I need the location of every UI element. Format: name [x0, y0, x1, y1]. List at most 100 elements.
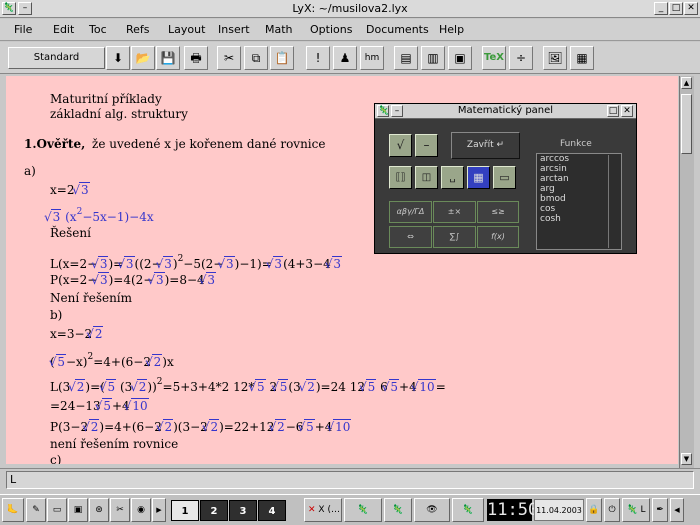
insert-footnote-icon[interactable]: ▤ — [394, 46, 418, 70]
save-icon[interactable]: 💾 — [156, 46, 180, 70]
task-xterm[interactable]: ✕ X (… — [304, 498, 342, 522]
pen-icon[interactable]: ✒ — [652, 498, 668, 522]
doc-reseni: Řešení — [50, 226, 91, 240]
layout-select[interactable]: Standard — [8, 47, 105, 69]
math-line-P2: P(3−22)=4+(6−22)(3−22)=22+122−65+410 — [50, 419, 352, 434]
pager-3[interactable]: 3 — [229, 500, 257, 521]
panel-maximize-icon[interactable]: □ — [607, 105, 619, 117]
taskbar-right-arrow-icon[interactable]: ◀ — [670, 498, 684, 522]
lock-icon[interactable]: 🔒 — [586, 498, 602, 522]
big-operators-button[interactable]: ∑∫ — [433, 226, 476, 248]
doc-heading-text: že uvedené x je kořenem dané rovnice — [92, 137, 326, 151]
scroll-down-icon[interactable]: ▼ — [681, 453, 692, 465]
doc-neni-2: není řešením rovnice — [50, 437, 179, 451]
window-title: LyX: ~/musilova2.lyx — [292, 2, 408, 15]
math-line-x2: x=3−22 — [50, 326, 104, 341]
math-line-P1: P(x=2−3)=4(2−3)=8−43 — [50, 272, 216, 287]
doc-label-a: a) — [24, 164, 36, 178]
paste-icon[interactable]: 📋 — [270, 46, 294, 70]
sqrt-button[interactable]: √ — [389, 134, 412, 157]
menu-refs[interactable]: Refs — [126, 23, 150, 36]
scroll-up-icon[interactable]: ▲ — [681, 77, 692, 89]
window-list-icon[interactable]: ▭ — [47, 498, 67, 522]
pager-1[interactable]: 1 — [171, 500, 199, 521]
insert-table-icon[interactable]: ▦ — [570, 46, 594, 70]
start-menu-icon[interactable]: 🦶 — [2, 498, 24, 522]
doc-neni-1: Není řešením — [50, 291, 133, 305]
date: 11.04.2003 — [534, 499, 584, 521]
functions-label: Funkce — [560, 139, 592, 149]
title-bar: 🦎 – LyX: ~/musilova2.lyx _ □ ✕ — [0, 0, 700, 18]
menu-documents[interactable]: Documents — [366, 23, 429, 36]
menu-edit[interactable]: Edit — [53, 23, 74, 36]
task-lyx-3[interactable]: 🦎 — [452, 498, 484, 522]
math-mode-icon[interactable]: ÷ — [509, 46, 533, 70]
doc-heading: 1.Ověřte, — [24, 137, 86, 151]
task-viewer[interactable]: 👁 — [414, 498, 450, 522]
noun-icon[interactable]: ♟ — [333, 46, 357, 70]
math-panel-titlebar: 🦎 – Matematický panel □ ✕ — [375, 104, 636, 119]
close-panel-button[interactable]: Zavřít ↵ — [451, 132, 520, 159]
open-folder-icon[interactable]: 📂 — [131, 46, 155, 70]
tex-mode-button[interactable]: TeX — [482, 46, 506, 70]
menu-toc[interactable]: Toc — [89, 23, 107, 36]
math-line-x: x=2 3 — [50, 182, 90, 197]
insert-figure-icon[interactable]: 🖼 — [543, 46, 567, 70]
math-line-L2: L(3 2)=(5 (3 2))2=5+3+4*2 12*5 25(3 2)=2… — [50, 377, 446, 394]
pager-2[interactable]: 2 — [200, 500, 228, 521]
copy-icon[interactable]: ⧉ — [244, 46, 268, 70]
doc-label-c: c) — [50, 453, 62, 464]
matrix-button[interactable]: ▦ — [467, 166, 490, 189]
task-lyx-4[interactable]: 🦎 L — [622, 498, 650, 522]
doc-line-1: Maturitní příklady — [50, 92, 162, 106]
style-button[interactable]: ▭ — [493, 166, 516, 189]
print-icon[interactable]: 🖶 — [184, 46, 208, 70]
scroll-thumb[interactable] — [681, 94, 692, 154]
arrows-button[interactable]: ⇔ — [389, 226, 432, 248]
math-line-L2b: =24−135+410 — [50, 398, 149, 413]
space-button[interactable]: ␣ — [441, 166, 464, 189]
greek-button[interactable]: αβγ/ΓΔ — [389, 201, 432, 223]
functions-scrollbar[interactable] — [608, 155, 620, 248]
misc-button[interactable]: f(x) — [477, 226, 519, 248]
status-text: L — [6, 471, 694, 489]
insert-float-icon[interactable]: ▣ — [448, 46, 472, 70]
math-line-equation: 3 (x2−5x−1)−4x — [50, 207, 154, 224]
math-line-L1: L(x=2−3)=3((2−3)2−5(2−3)−1)=3(4+3−43 — [50, 254, 343, 271]
decoration-button[interactable]: ◫ — [415, 166, 438, 189]
relations-button[interactable]: ≤≥ — [477, 201, 519, 223]
panel-close-icon[interactable]: ✕ — [621, 105, 633, 117]
lifebuoy-icon[interactable]: ⊛ — [89, 498, 109, 522]
insert-margin-icon[interactable]: ▥ — [421, 46, 445, 70]
pager-4[interactable]: 4 — [258, 500, 286, 521]
menu-bar: File Edit Toc Refs Layout Insert Math Op… — [0, 19, 700, 41]
menu-math[interactable]: Math — [265, 23, 293, 36]
menu-options[interactable]: Options — [310, 23, 352, 36]
doc-line-2: základní alg. struktury — [50, 107, 188, 121]
clock: 11:50 — [487, 499, 539, 521]
arrow-down-icon[interactable]: ⬇ — [106, 46, 130, 70]
doc-label-b: b) — [50, 308, 63, 322]
close-button[interactable]: ✕ — [684, 2, 698, 15]
globe-icon[interactable]: ◉ — [131, 498, 151, 522]
free-font-icon[interactable]: hm — [360, 46, 384, 70]
operators-button[interactable]: ±× — [433, 201, 476, 223]
screen-icon[interactable]: ▣ — [68, 498, 88, 522]
menu-file[interactable]: File — [14, 23, 32, 36]
fraction-button[interactable]: – — [415, 134, 438, 157]
cut-icon[interactable]: ✂ — [217, 46, 241, 70]
menu-insert[interactable]: Insert — [218, 23, 250, 36]
task-lyx-2[interactable]: 🦎 — [384, 498, 412, 522]
menu-layout[interactable]: Layout — [168, 23, 205, 36]
pencil-icon[interactable]: ✎ — [26, 498, 46, 522]
minimize-button[interactable]: _ — [654, 2, 668, 15]
maximize-button[interactable]: □ — [669, 2, 683, 15]
tools-icon[interactable]: ✂ — [110, 498, 130, 522]
taskbar-arrow-icon[interactable]: ▶ — [152, 498, 166, 522]
math-line-eq2: (5−x)2=4+(6−22)x — [50, 352, 174, 369]
emphasis-icon[interactable]: ! — [306, 46, 330, 70]
menu-help[interactable]: Help — [439, 23, 464, 36]
power-icon[interactable]: ⏻ — [604, 498, 620, 522]
task-lyx[interactable]: 🦎 — [344, 498, 382, 522]
delim-button[interactable]: ⟦⟧ — [389, 166, 412, 189]
